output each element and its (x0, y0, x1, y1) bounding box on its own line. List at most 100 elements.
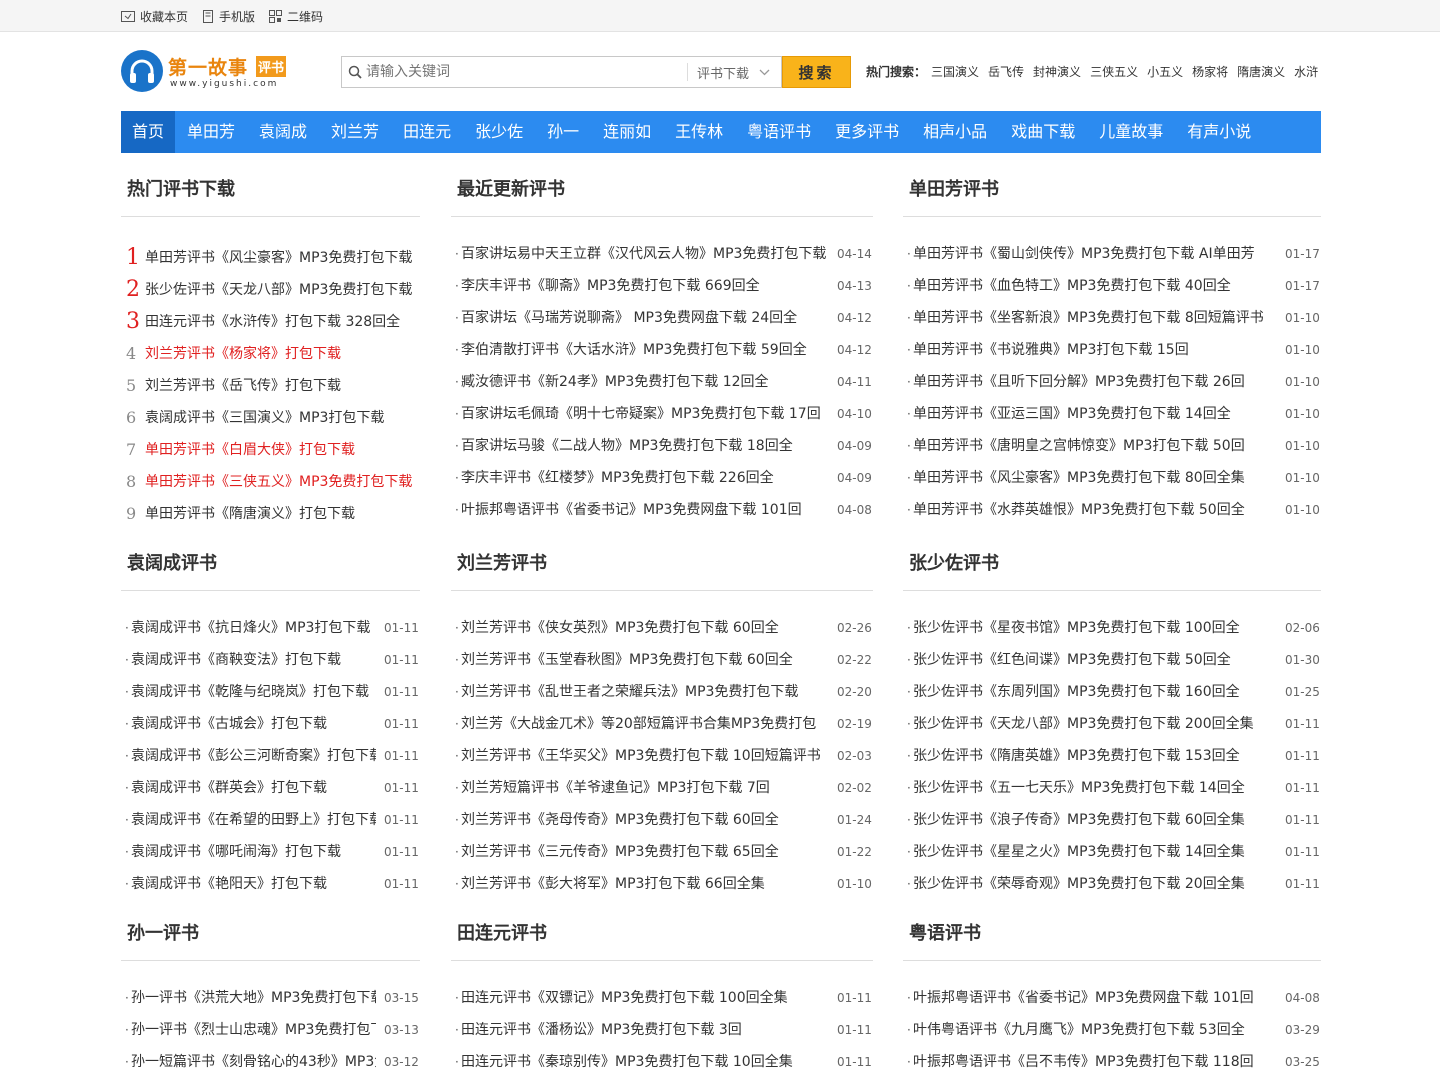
article-link[interactable]: 孙一短篇评书《刻骨铭心的43秒》MP3免费打包下载 (131, 1046, 376, 1078)
nav-item[interactable]: 儿童故事 (1087, 111, 1175, 153)
hot-download-item[interactable]: 4 刘兰芳评书《杨家将》打包下载 (121, 338, 420, 370)
nav-item[interactable]: 连丽如 (591, 111, 663, 153)
list-item[interactable]: · 李伯清散打评书《大话水浒》MP3免费打包下载 59回全 04-12 (451, 334, 873, 366)
list-item[interactable]: · 刘兰芳《大战金兀术》等20部短篇评书合集MP3免费打包 02-19 (451, 708, 873, 740)
hot-download-link[interactable]: 袁阔成评书《三国演义》MP3打包下载 (145, 402, 420, 434)
list-item[interactable]: · 单田芳评书《水莽英雄恨》MP3免费打包下载 50回全 01-10 (903, 494, 1321, 526)
list-item[interactable]: · 袁阔成评书《抗日烽火》MP3打包下载 01-11 (121, 612, 420, 644)
article-link[interactable]: 田连元评书《双镖记》MP3免费打包下载 100回全集 (461, 982, 829, 1014)
nav-item[interactable]: 张少佐 (463, 111, 535, 153)
list-item[interactable]: · 袁阔成评书《彭公三河断奇案》打包下载 01-11 (121, 740, 420, 772)
list-item[interactable]: · 百家讲坛易中天王立群《汉代风云人物》MP3免费打包下载 04-14 (451, 238, 873, 270)
hot-download-link[interactable]: 刘兰芳评书《岳飞传》打包下载 (145, 370, 420, 402)
hot-download-item[interactable]: 7 单田芳评书《白眉大侠》打包下载 (121, 434, 420, 466)
search-category-select[interactable]: 评书下载 (687, 63, 782, 82)
article-link[interactable]: 张少佐评书《荣辱奇观》MP3免费打包下载 20回全集 (913, 868, 1277, 900)
hot-search-item[interactable]: 封神演义 (1033, 63, 1081, 80)
article-link[interactable]: 刘兰芳《大战金兀术》等20部短篇评书合集MP3免费打包 (461, 708, 829, 740)
hot-download-item[interactable]: 3 田连元评书《水浒传》打包下载 328回全 (121, 306, 420, 338)
nav-item[interactable]: 戏曲下载 (999, 111, 1087, 153)
list-item[interactable]: · 张少佐评书《荣辱奇观》MP3免费打包下载 20回全集 01-11 (903, 868, 1321, 900)
article-link[interactable]: 袁阔成评书《群英会》打包下载 (131, 772, 376, 804)
list-item[interactable]: · 百家讲坛《马瑞芳说聊斋》 MP3免费网盘下载 24回全 04-12 (451, 302, 873, 334)
list-item[interactable]: · 刘兰芳评书《侠女英烈》MP3免费打包下载 60回全 02-26 (451, 612, 873, 644)
article-link[interactable]: 田连元评书《秦琼别传》MP3免费打包下载 10回全集 (461, 1046, 829, 1078)
list-item[interactable]: · 刘兰芳评书《彭大将军》MP3打包下载 66回全集 01-10 (451, 868, 873, 900)
list-item[interactable]: · 单田芳评书《风尘豪客》MP3免费打包下载 80回全集 01-10 (903, 462, 1321, 494)
list-item[interactable]: · 单田芳评书《蜀山剑侠传》MP3免费打包下载 AI单田芳 01-17 (903, 238, 1321, 270)
list-item[interactable]: · 刘兰芳评书《乱世王者之荣耀兵法》MP3免费打包下载 02-20 (451, 676, 873, 708)
article-link[interactable]: 单田芳评书《血色特工》MP3免费打包下载 40回全 (913, 270, 1277, 302)
hot-download-link[interactable]: 单田芳评书《隋唐演义》打包下载 (145, 498, 420, 530)
list-item[interactable]: · 袁阔成评书《商鞅变法》打包下载 01-11 (121, 644, 420, 676)
hot-download-link[interactable]: 单田芳评书《白眉大侠》打包下载 (145, 434, 420, 466)
hot-download-item[interactable]: 2 张少佐评书《天龙八部》MP3免费打包下载 (121, 274, 420, 306)
article-link[interactable]: 袁阔成评书《抗日烽火》MP3打包下载 (131, 612, 376, 644)
article-link[interactable]: 单田芳评书《唐明皇之宫帏惊变》MP3打包下载 50回 (913, 430, 1277, 462)
list-item[interactable]: · 袁阔成评书《在希望的田野上》打包下载 01-11 (121, 804, 420, 836)
list-item[interactable]: · 张少佐评书《天龙八部》MP3免费打包下载 200回全集 01-11 (903, 708, 1321, 740)
article-link[interactable]: 刘兰芳评书《侠女英烈》MP3免费打包下载 60回全 (461, 612, 829, 644)
article-link[interactable]: 李伯清散打评书《大话水浒》MP3免费打包下载 59回全 (461, 334, 829, 366)
hot-search-item[interactable]: 三国演义 (931, 63, 979, 80)
hot-download-link[interactable]: 田连元评书《水浒传》打包下载 328回全 (145, 306, 420, 338)
list-item[interactable]: · 田连元评书《秦琼别传》MP3免费打包下载 10回全集 01-11 (451, 1046, 873, 1078)
hot-download-item[interactable]: 6 袁阔成评书《三国演义》MP3打包下载 (121, 402, 420, 434)
list-item[interactable]: ·孙一短篇评书《刻骨铭心的43秒》MP3免费打包下载 03-12 (121, 1046, 420, 1078)
list-item[interactable]: · 袁阔成评书《古城会》打包下载 01-11 (121, 708, 420, 740)
search-button[interactable]: 搜索 (782, 56, 851, 88)
article-link[interactable]: 百家讲坛马骏《二战人物》MP3免费打包下载 18回全 (461, 430, 829, 462)
article-link[interactable]: 袁阔成评书《在希望的田野上》打包下载 (131, 804, 376, 836)
list-item[interactable]: · 刘兰芳评书《尧母传奇》MP3免费打包下载 60回全 01-24 (451, 804, 873, 836)
list-item[interactable]: · 百家讲坛毛佩琦《明十七帝疑案》MP3免费打包下载 17回 04-10 (451, 398, 873, 430)
article-link[interactable]: 张少佐评书《红色间谍》MP3免费打包下载 50回全 (913, 644, 1277, 676)
article-link[interactable]: 袁阔成评书《乾隆与纪晓岚》打包下载 (131, 676, 376, 708)
nav-item[interactable]: 田连元 (391, 111, 463, 153)
nav-item[interactable]: 刘兰芳 (319, 111, 391, 153)
article-link[interactable]: 百家讲坛《马瑞芳说聊斋》 MP3免费网盘下载 24回全 (461, 302, 829, 334)
article-link[interactable]: 李庆丰评书《聊斋》MP3免费打包下载 669回全 (461, 270, 829, 302)
article-link[interactable]: 刘兰芳评书《三元传奇》MP3免费打包下载 65回全 (461, 836, 829, 868)
list-item[interactable]: · 张少佐评书《红色间谍》MP3免费打包下载 50回全 01-30 (903, 644, 1321, 676)
nav-item[interactable]: 更多评书 (823, 111, 911, 153)
site-logo[interactable]: 第一故事 评书 www.yigushi.com (121, 50, 311, 92)
hot-search-item[interactable]: 水浒 (1294, 63, 1318, 80)
nav-item-home[interactable]: 首页 (121, 111, 176, 153)
article-link[interactable]: 李庆丰评书《红楼梦》MP3免费打包下载 226回全 (461, 462, 829, 494)
list-item[interactable]: · 单田芳评书《血色特工》MP3免费打包下载 40回全 01-17 (903, 270, 1321, 302)
hot-download-link[interactable]: 单田芳评书《风尘豪客》MP3免费打包下载 (145, 242, 420, 274)
article-link[interactable]: 叶振邦粤语评书《省委书记》MP3免费网盘下载 101回 (461, 494, 829, 526)
article-link[interactable]: 臧汝德评书《新24孝》MP3免费打包下载 12回全 (461, 366, 829, 398)
article-link[interactable]: 刘兰芳评书《乱世王者之荣耀兵法》MP3免费打包下载 (461, 676, 829, 708)
list-item[interactable]: · 袁阔成评书《艳阳天》打包下载 01-11 (121, 868, 420, 900)
list-item[interactable]: · 孙一评书《洪荒大地》MP3免费打包下载 03-15 (121, 982, 420, 1014)
qrcode-link[interactable]: 二维码 (269, 8, 323, 25)
article-link[interactable]: 叶振邦粤语评书《省委书记》MP3免费网盘下载 101回 (913, 982, 1277, 1014)
hot-download-link[interactable]: 单田芳评书《三侠五义》MP3免费打包下载 (145, 466, 420, 498)
list-item[interactable]: · 叶振邦粤语评书《省委书记》MP3免费网盘下载 101回 04-08 (903, 982, 1321, 1014)
list-item[interactable]: · 张少佐评书《隋唐英雄》MP3免费打包下载 153回全 01-11 (903, 740, 1321, 772)
hot-search-item[interactable]: 小五义 (1147, 63, 1183, 80)
bookmark-link[interactable]: 收藏本页 (121, 8, 188, 25)
nav-item[interactable]: 有声小说 (1175, 111, 1263, 153)
list-item[interactable]: · 叶伟粤语评书《九月鹰飞》MP3免费打包下载 53回全 03-29 (903, 1014, 1321, 1046)
list-item[interactable]: · 叶振邦粤语评书《省委书记》MP3免费网盘下载 101回 04-08 (451, 494, 873, 526)
article-link[interactable]: 张少佐评书《星星之火》MP3免费打包下载 14回全集 (913, 836, 1277, 868)
article-link[interactable]: 刘兰芳评书《尧母传奇》MP3免费打包下载 60回全 (461, 804, 829, 836)
list-item[interactable]: · 张少佐评书《星星之火》MP3免费打包下载 14回全集 01-11 (903, 836, 1321, 868)
list-item[interactable]: · 张少佐评书《星夜书馆》MP3免费打包下载 100回全 02-06 (903, 612, 1321, 644)
list-item[interactable]: · 袁阔成评书《群英会》打包下载 01-11 (121, 772, 420, 804)
article-link[interactable]: 孙一评书《洪荒大地》MP3免费打包下载 (131, 982, 376, 1014)
article-link[interactable]: 张少佐评书《五一七天乐》MP3免费打包下载 14回全 (913, 772, 1277, 804)
nav-item[interactable]: 粤语评书 (735, 111, 823, 153)
list-item[interactable]: · 袁阔成评书《乾隆与纪晓岚》打包下载 01-11 (121, 676, 420, 708)
list-item[interactable]: · 张少佐评书《五一七天乐》MP3免费打包下载 14回全 01-11 (903, 772, 1321, 804)
list-item[interactable]: · 田连元评书《双镖记》MP3免费打包下载 100回全集 01-11 (451, 982, 873, 1014)
hot-download-link[interactable]: 张少佐评书《天龙八部》MP3免费打包下载 (145, 274, 420, 306)
article-link[interactable]: 叶伟粤语评书《九月鹰飞》MP3免费打包下载 53回全 (913, 1014, 1277, 1046)
nav-item[interactable]: 袁阔成 (247, 111, 319, 153)
hot-search-item[interactable]: 岳飞传 (988, 63, 1024, 80)
list-item[interactable]: · 刘兰芳评书《三元传奇》MP3免费打包下载 65回全 01-22 (451, 836, 873, 868)
article-link[interactable]: 孙一评书《烈士山忠魂》MP3免费打包下载 (131, 1014, 376, 1046)
list-item[interactable]: · 张少佐评书《浪子传奇》MP3免费打包下载 60回全集 01-11 (903, 804, 1321, 836)
